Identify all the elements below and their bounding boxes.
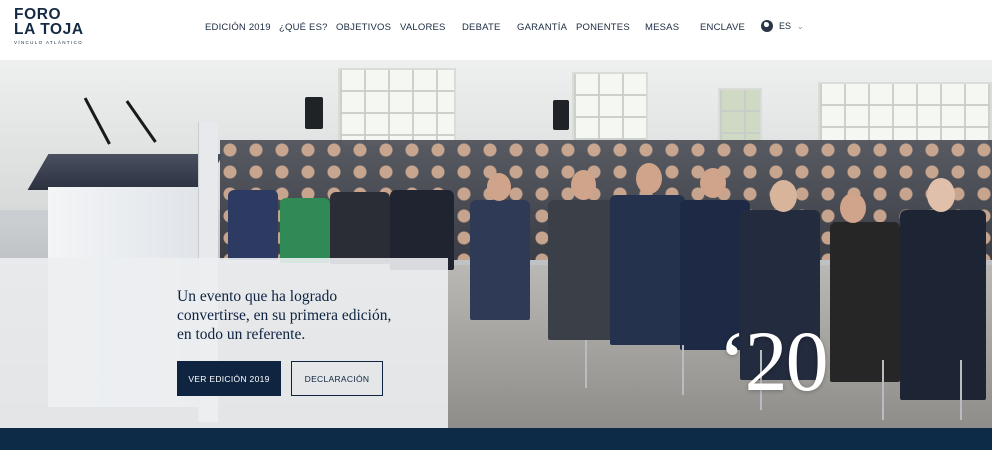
nav-item-ponentes[interactable]: PONENTES: [576, 22, 630, 33]
globe-icon: [761, 20, 773, 32]
microphone: [83, 97, 111, 145]
nav-item-que-es[interactable]: ¿QUÉ ES?: [279, 22, 328, 33]
chair: [682, 345, 684, 395]
chevron-down-icon: ⌄: [797, 21, 804, 31]
audience-member: [830, 222, 900, 382]
nav-item-mesas[interactable]: MESAS: [645, 22, 679, 33]
hero-text-panel: Un evento que ha logrado convertirse, en…: [0, 258, 448, 428]
audience-member: [330, 192, 390, 264]
audience-member: [280, 198, 330, 263]
microphone: [125, 100, 157, 143]
audience-member: [840, 193, 866, 223]
hero-tagline-line-2: convertirse, en su primera edición,: [177, 307, 392, 324]
audience-member: [636, 163, 662, 194]
nav-item-garantia[interactable]: GARANTÍA: [517, 22, 567, 33]
nav-item-edicion-2019[interactable]: EDICIÓN 2019: [205, 22, 271, 33]
window: [338, 68, 456, 148]
podium-top: [27, 154, 224, 190]
audience-member: [548, 200, 618, 340]
audience-member: [900, 210, 986, 400]
hero-tagline: Un evento que ha logrado convertirse, en…: [177, 287, 427, 344]
hero-section: Un evento que ha logrado convertirse, en…: [0, 60, 992, 428]
audience-member: [927, 178, 955, 212]
footer-band: [0, 428, 992, 450]
nav-item-debate[interactable]: DEBATE: [462, 22, 501, 33]
year-mark: ‘20: [718, 313, 829, 409]
chair: [882, 360, 884, 420]
audience-member: [770, 180, 797, 212]
nav-item-objetivos[interactable]: OBJETIVOS: [336, 22, 391, 33]
audience-member: [571, 170, 596, 200]
audience-member: [700, 168, 726, 198]
declaracion-button[interactable]: DECLARACIÓN: [291, 361, 383, 396]
speaker: [553, 100, 569, 130]
nav-item-valores[interactable]: VALORES: [400, 22, 446, 33]
window: [818, 82, 992, 144]
language-label: ES: [779, 21, 792, 31]
audience-member: [487, 173, 511, 201]
hero-tagline-line-1: Un evento que ha logrado: [177, 288, 338, 305]
audience-member: [228, 190, 278, 260]
language-selector[interactable]: ES ⌄: [761, 20, 804, 32]
ver-edicion-2019-button[interactable]: VER EDICIÓN 2019: [177, 361, 281, 396]
hero-tagline-line-3: en todo un referente.: [177, 326, 306, 343]
chair: [960, 360, 962, 420]
window: [718, 88, 762, 146]
chair: [585, 340, 587, 388]
main-nav: EDICIÓN 2019 ¿QUÉ ES? OBJETIVOS VALORES …: [0, 0, 992, 60]
speaker: [305, 97, 323, 129]
nav-item-enclave[interactable]: ENCLAVE: [700, 22, 745, 33]
site-header: FORO LA TOJA VÍNCULO ATLÁNTICO EDICIÓN 2…: [0, 0, 992, 60]
audience-member: [610, 195, 685, 345]
audience-member: [470, 200, 530, 320]
